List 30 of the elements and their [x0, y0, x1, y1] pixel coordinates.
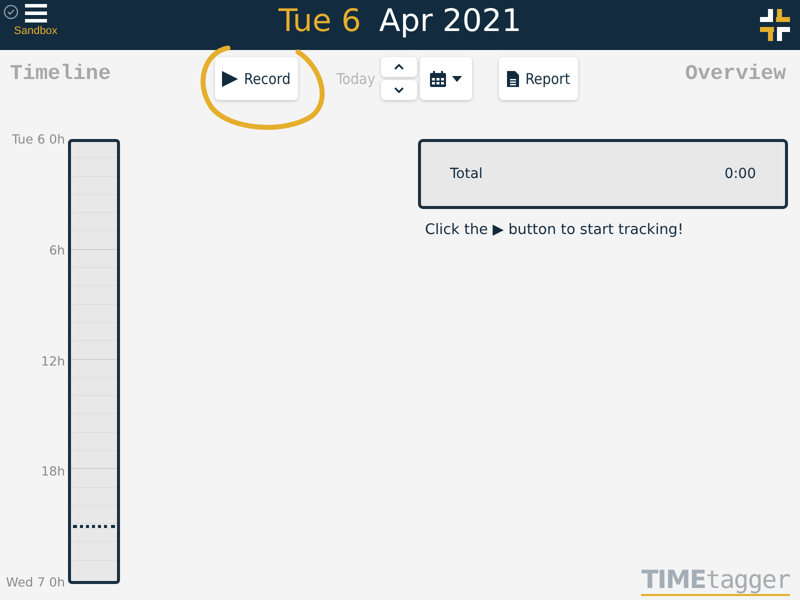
day-title: Tue 6 — [278, 2, 362, 40]
time-label: Wed 7 0h — [6, 574, 65, 590]
caret-icon — [452, 76, 462, 82]
calendar-button[interactable] — [420, 57, 472, 100]
chevron-up-icon — [394, 63, 404, 71]
timeline-bar[interactable] — [68, 139, 120, 584]
overview-heading: Overview — [685, 63, 786, 86]
next-day-button[interactable] — [381, 80, 418, 100]
document-icon — [507, 70, 520, 86]
total-label: Total — [450, 166, 483, 182]
month-year-title: Apr 2021 — [379, 2, 522, 40]
check-circle-icon — [3, 4, 19, 20]
time-label: 18h — [41, 464, 65, 479]
total-value: 0:00 — [724, 166, 756, 182]
timeline-heading: Timeline — [10, 63, 112, 86]
time-label: 6h — [49, 242, 65, 258]
calendar-icon — [430, 70, 446, 86]
chevron-down-icon — [394, 86, 404, 94]
hint-text: Click the ▶ button to start tracking! — [425, 222, 684, 238]
time-label: Tue 6 0h — [12, 132, 65, 146]
previous-day-button[interactable] — [381, 57, 418, 77]
play-icon — [222, 70, 238, 86]
app-logo-icon[interactable] — [760, 9, 790, 41]
logo-text: TIME — [641, 565, 706, 596]
logo-text: tagger — [706, 565, 790, 596]
menu-button[interactable]: Sandbox — [14, 4, 58, 37]
menu-icon — [24, 4, 47, 23]
record-button[interactable]: Record — [215, 57, 298, 100]
time-label: 12h — [41, 353, 65, 368]
report-button[interactable]: Report — [499, 57, 578, 100]
